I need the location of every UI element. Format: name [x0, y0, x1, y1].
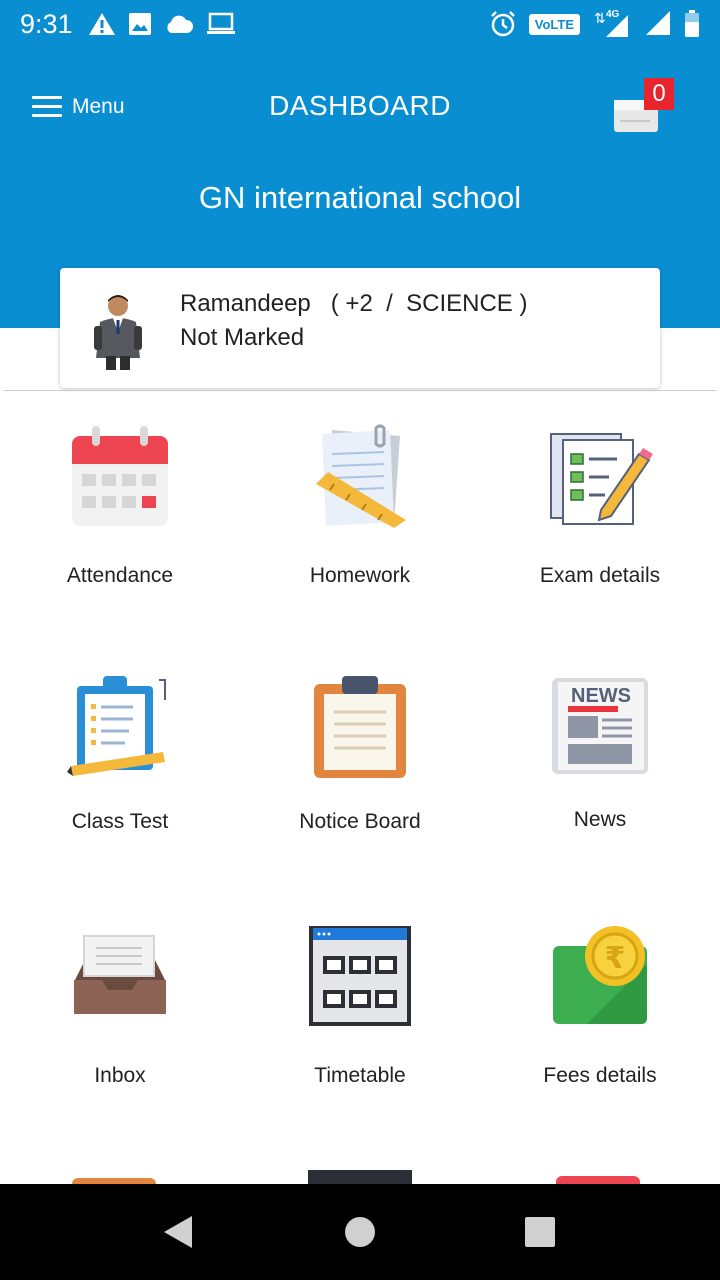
- recents-icon[interactable]: [524, 1216, 556, 1248]
- inbox-tray-icon: [74, 935, 166, 1014]
- news-icon-text: NEWS: [571, 685, 631, 707]
- exam-checklist-icon: [550, 433, 653, 525]
- next-row-peek: [0, 1168, 720, 1184]
- clipboard-test-icon: [67, 676, 166, 776]
- tile-timetable[interactable]: Timetable: [240, 924, 480, 1088]
- tile-attendance[interactable]: Attendance: [0, 424, 240, 588]
- tile-label: Exam details: [539, 564, 661, 587]
- tile-label: Homework: [309, 564, 411, 587]
- tile-inbox[interactable]: Inbox: [0, 934, 240, 1088]
- inbox-count-badge: 0: [644, 78, 674, 110]
- tile-label: Class Test: [71, 810, 169, 833]
- student-name: Ramandeep ( +2 / SCIENCE ): [180, 290, 528, 317]
- homework-icon: [316, 424, 406, 528]
- alarm-icon: [490, 11, 515, 37]
- battery-icon: [685, 10, 699, 37]
- tile-label: Inbox: [94, 1064, 146, 1087]
- data-signal-icon: ⇅ 4G: [592, 9, 632, 39]
- status-bar: 9:31 VoLTE ⇅ 4G: [0, 0, 720, 50]
- back-icon[interactable]: [162, 1214, 196, 1250]
- tile-label: Timetable: [314, 1064, 406, 1087]
- tile-label: News: [573, 808, 627, 831]
- attendance-status: Not Marked: [180, 324, 305, 351]
- student-avatar: [94, 295, 142, 370]
- timetable-icon: [309, 926, 411, 1026]
- tile-news[interactable]: NEWS News: [480, 676, 720, 832]
- newspaper-icon: NEWS: [552, 678, 648, 774]
- tile-label: Fees details: [543, 1064, 657, 1087]
- tile-notice-board[interactable]: Notice Board: [240, 676, 480, 834]
- tile-exam-details[interactable]: Exam details: [480, 424, 720, 588]
- signal-icon: [646, 11, 670, 35]
- divider: [4, 390, 716, 391]
- warning-icon: [89, 13, 115, 35]
- status-time: 9:31: [20, 9, 73, 39]
- inbox-button[interactable]: 0: [612, 78, 678, 142]
- tile-class-test[interactable]: Class Test: [0, 672, 240, 834]
- tile-label: Attendance: [66, 564, 174, 587]
- student-card[interactable]: Ramandeep ( +2 / SCIENCE ) Not Marked: [60, 268, 660, 388]
- cloud-icon: [167, 15, 194, 33]
- tile-label: Notice Board: [299, 810, 421, 833]
- tile-homework[interactable]: Homework: [240, 424, 480, 588]
- notice-board-icon: [314, 676, 406, 778]
- navigation-bar: [0, 1184, 720, 1280]
- volte-indicator: VoLTE: [528, 13, 580, 35]
- rupee-coin-icon: ₹: [553, 926, 647, 1024]
- calendar-icon: [72, 426, 168, 526]
- image-icon: [129, 13, 151, 35]
- home-icon[interactable]: [344, 1216, 376, 1248]
- rupee-symbol: ₹: [605, 941, 626, 976]
- tile-fees-details[interactable]: ₹ Fees details: [480, 924, 720, 1088]
- school-name: GN international school: [198, 180, 522, 215]
- laptop-icon: [207, 12, 235, 34]
